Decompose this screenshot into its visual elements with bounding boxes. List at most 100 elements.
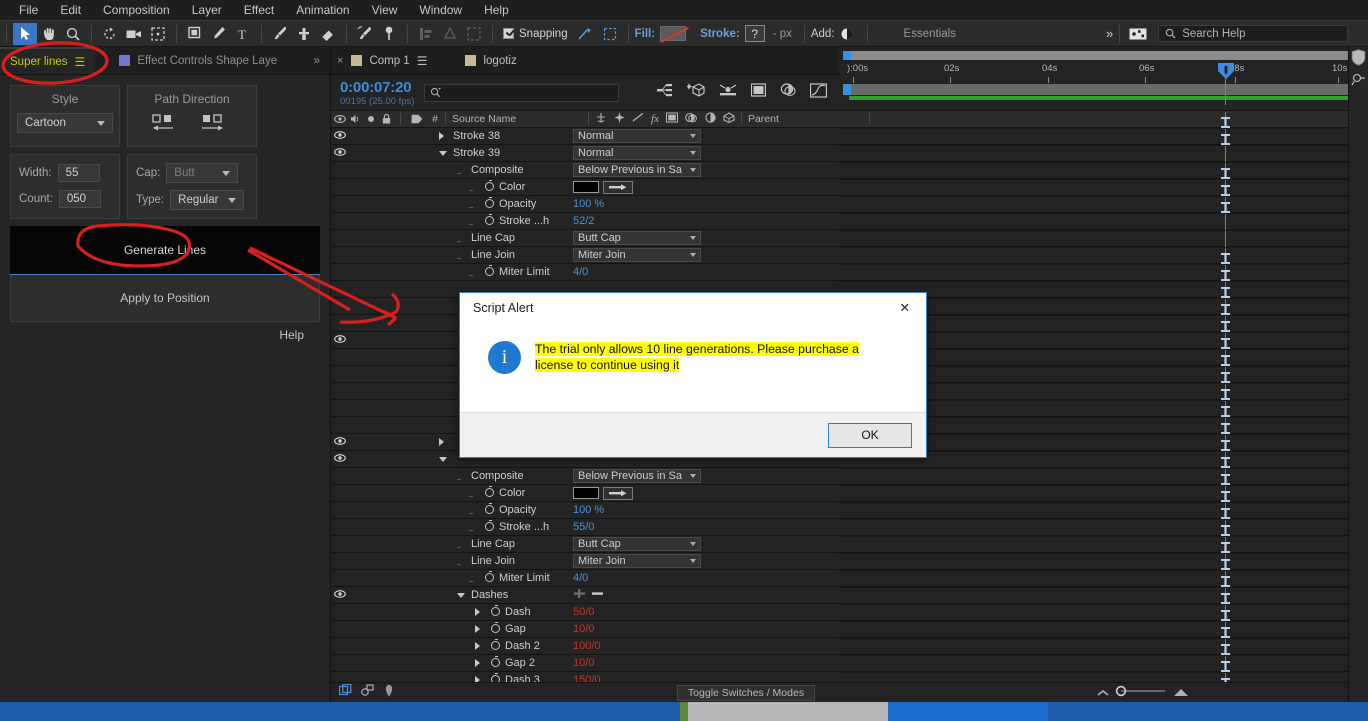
brainstorm-icon[interactable]: [383, 684, 395, 702]
menu-item-effect[interactable]: Effect: [233, 0, 285, 20]
keyframe-marker[interactable]: [1221, 387, 1230, 400]
row-dropdown[interactable]: Butt Cap: [573, 537, 701, 551]
layer-visibility-eye-icon[interactable]: [331, 131, 348, 141]
row-value[interactable]: 100 %: [573, 504, 604, 516]
path-direction-right-icon[interactable]: [200, 113, 234, 138]
zoom-in-icon[interactable]: [1173, 684, 1189, 702]
keyframe-marker[interactable]: [1221, 608, 1230, 621]
row-dropdown[interactable]: Below Previous in Sa: [573, 469, 701, 483]
time-zoom-bar[interactable]: [843, 51, 1365, 60]
plus-icon[interactable]: [573, 588, 586, 602]
layer-visibility-eye-icon[interactable]: [331, 590, 348, 600]
shape-tool-icon[interactable]: [183, 23, 207, 45]
tab-logotiz[interactable]: logotiz: [457, 55, 524, 67]
width-input[interactable]: 55: [57, 164, 100, 182]
pan-behind-tool-icon[interactable]: [146, 23, 170, 45]
eyedropper-icon[interactable]: [603, 180, 633, 194]
eyedropper-icon[interactable]: [603, 486, 633, 500]
panel-menu-icon[interactable]: ☰: [75, 55, 86, 69]
current-time-block[interactable]: 0:00:07:20 00195 (25.00 fps): [340, 79, 414, 107]
minus-icon[interactable]: [591, 588, 604, 602]
keyframe-marker[interactable]: [1221, 370, 1230, 383]
row-dropdown[interactable]: Butt Cap: [573, 231, 701, 245]
workspace-overflow-icon[interactable]: »: [1106, 26, 1113, 41]
draft-3d-icon[interactable]: [686, 82, 706, 103]
keyframe-marker[interactable]: [1221, 557, 1230, 570]
distribute-icon[interactable]: [438, 23, 462, 45]
stopwatch-icon[interactable]: [491, 656, 500, 667]
shy-layers-icon[interactable]: [780, 83, 797, 102]
keyframe-marker[interactable]: [1221, 625, 1230, 638]
keyframe-marker[interactable]: [1221, 438, 1230, 451]
keyframe-marker[interactable]: [1221, 251, 1230, 264]
path-direction-left-icon[interactable]: [150, 113, 184, 138]
pen-tool-icon[interactable]: [207, 23, 231, 45]
workspace-label[interactable]: Essentials: [904, 28, 956, 40]
keyframe-marker[interactable]: [1221, 200, 1230, 213]
row-value[interactable]: 4/0: [573, 572, 588, 584]
tab-super-lines[interactable]: Super lines ☰: [0, 47, 96, 74]
add-circle-icon[interactable]: [835, 23, 859, 45]
row-dropdown[interactable]: Below Previous in Sa: [573, 163, 701, 177]
tab-comp-1[interactable]: Comp 1 ☰: [343, 54, 435, 68]
puppet-pin-tool-icon[interactable]: [377, 23, 401, 45]
stopwatch-icon[interactable]: [491, 605, 500, 616]
search-help-box[interactable]: Search Help: [1158, 25, 1349, 42]
zoom-out-icon[interactable]: [1097, 684, 1109, 702]
brush-tool-icon[interactable]: [268, 23, 292, 45]
row-value[interactable]: 55/0: [573, 521, 594, 533]
frame-blending-icon[interactable]: [751, 83, 767, 102]
stopwatch-icon[interactable]: [491, 622, 500, 633]
rotation-tool-icon[interactable]: [98, 23, 122, 45]
layer-visibility-eye-icon[interactable]: [331, 335, 348, 345]
tab-effect-controls[interactable]: Effect Controls Shape Laye: [109, 47, 287, 74]
camera-tool-icon[interactable]: [122, 23, 146, 45]
keyframe-marker[interactable]: [1221, 455, 1230, 468]
keyframe-marker[interactable]: [1221, 285, 1230, 298]
layer-visibility-eye-icon[interactable]: [331, 437, 348, 447]
stopwatch-icon[interactable]: [485, 214, 494, 225]
taskbar-item[interactable]: [888, 702, 1048, 721]
chevron-down-icon[interactable]: [439, 150, 447, 156]
stopwatch-icon[interactable]: [485, 265, 494, 276]
keyframe-marker[interactable]: [1221, 336, 1230, 349]
comp-flowchart-icon[interactable]: [361, 683, 374, 702]
menu-item-view[interactable]: View: [361, 0, 409, 20]
keyframe-marker[interactable]: [1221, 166, 1230, 179]
row-value[interactable]: 4/0: [573, 266, 588, 278]
hand-tool-icon[interactable]: [37, 23, 61, 45]
mask-tool-icon[interactable]: [462, 23, 486, 45]
keyframe-marker[interactable]: [1221, 642, 1230, 655]
stroke-swatch[interactable]: ?: [744, 25, 765, 42]
keyframe-marker[interactable]: [1221, 302, 1230, 315]
stopwatch-icon[interactable]: [485, 197, 494, 208]
work-area-start-handle[interactable]: [843, 84, 851, 95]
chevron-right-icon[interactable]: [475, 659, 480, 667]
align-left-icon[interactable]: [414, 23, 438, 45]
keyframe-marker[interactable]: [1221, 404, 1230, 417]
menu-item-layer[interactable]: Layer: [181, 0, 233, 20]
help-button[interactable]: Help: [279, 328, 304, 342]
brainstorm-strip-icon[interactable]: [1349, 66, 1368, 86]
stopwatch-icon[interactable]: [485, 180, 494, 191]
snapping-checkbox[interactable]: [503, 28, 514, 39]
clone-stamp-tool-icon[interactable]: [292, 23, 316, 45]
row-value[interactable]: 100/0: [573, 640, 601, 652]
playhead[interactable]: [1221, 112, 1230, 702]
motion-blur-icon[interactable]: [719, 83, 737, 102]
keyframe-marker[interactable]: [1221, 659, 1230, 672]
close-icon[interactable]: ✕: [894, 300, 916, 317]
toggle-switches-modes-button[interactable]: Toggle Switches / Modes: [676, 684, 816, 701]
stopwatch-icon[interactable]: [491, 639, 500, 650]
generate-lines-button[interactable]: Generate Lines: [10, 226, 320, 275]
type-dropdown[interactable]: Regular: [170, 190, 245, 210]
chevron-down-icon[interactable]: [457, 592, 465, 598]
row-value[interactable]: 10/0: [573, 657, 594, 669]
menu-item-animation[interactable]: Animation: [285, 0, 360, 20]
timeline-menu-icon[interactable]: ☰: [417, 54, 428, 68]
selection-tool-icon[interactable]: [13, 22, 37, 45]
style-dropdown[interactable]: Cartoon: [17, 113, 113, 133]
row-value[interactable]: 50/0: [573, 606, 594, 618]
keyframe-marker[interactable]: [1221, 523, 1230, 536]
keyframe-marker[interactable]: [1221, 472, 1230, 485]
